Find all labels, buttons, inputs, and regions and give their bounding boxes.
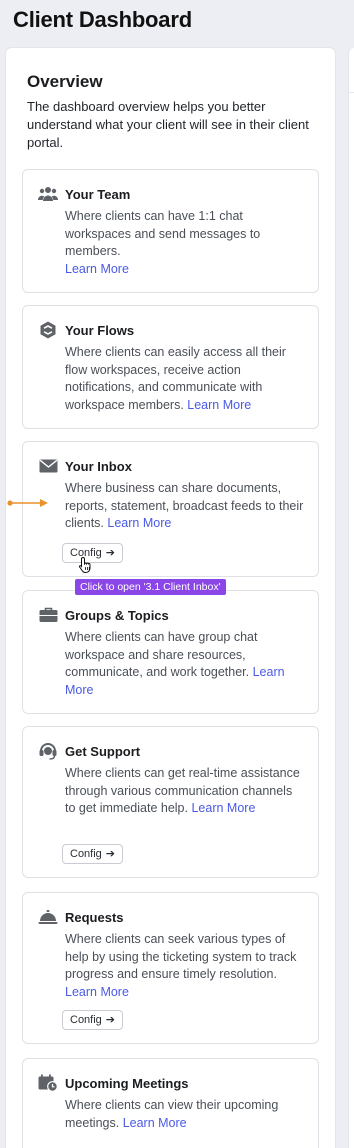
tooltip: Click to open '3.1 Client Inbox': [75, 579, 226, 595]
card-description: Where clients can easily access all thei…: [65, 345, 286, 412]
mail-icon: [38, 457, 58, 475]
card-description: Where clients can view their upcoming me…: [65, 1098, 279, 1130]
learn-more-link[interactable]: Learn More: [187, 398, 251, 412]
card-title: Requests: [65, 910, 124, 925]
learn-more-link[interactable]: Learn More: [107, 516, 171, 530]
annotation-pointer-arrow-icon: [7, 499, 48, 507]
card-upcoming-meetings: Upcoming Meetings Where clients can view…: [22, 1058, 319, 1148]
card-your-team: Your Team Where clients can have 1:1 cha…: [22, 169, 319, 293]
card-description: Where clients can get real-time assistan…: [65, 766, 300, 815]
card-get-support: Get Support Where clients can get real-t…: [22, 726, 319, 878]
card-description: Where clients can seek various types of …: [65, 932, 297, 999]
arrow-right-icon: ➔: [105, 547, 116, 559]
card-groups-topics: Groups & Topics Where clients can have g…: [22, 590, 319, 714]
card-title: Upcoming Meetings: [65, 1076, 189, 1091]
arrow-right-icon: ➔: [105, 1014, 116, 1026]
overview-title: Overview: [27, 72, 103, 91]
card-title: Groups & Topics: [65, 608, 169, 623]
learn-more-link[interactable]: Learn More: [65, 985, 129, 999]
card-description: Where clients can have 1:1 chat workspac…: [65, 209, 261, 276]
config-button[interactable]: Config ➔: [62, 1010, 124, 1030]
card-description: Where business can share documents, repo…: [65, 481, 304, 530]
overview-description: The dashboard overview helps you better …: [27, 99, 309, 150]
card-title: Get Support: [65, 744, 141, 759]
card-description: Where clients can have group chat worksp…: [65, 630, 285, 697]
page-title: Client Dashboard: [13, 7, 192, 32]
learn-more-link[interactable]: Learn More: [191, 801, 255, 815]
card-title: Your Team: [65, 187, 131, 202]
service-bell-icon: [38, 908, 58, 926]
config-button[interactable]: Config ➔: [62, 844, 124, 864]
card-your-inbox: Your Inbox Where business can share docu…: [22, 441, 319, 577]
card-title: Your Inbox: [65, 459, 132, 474]
overview-panel: Overview The dashboard overview helps yo…: [6, 48, 335, 1148]
flows-icon: [38, 321, 58, 339]
card-title: Your Flows: [65, 323, 135, 338]
headset-icon: [38, 742, 58, 760]
hand-cursor-icon: [78, 556, 91, 573]
learn-more-link[interactable]: Learn More: [123, 1116, 187, 1130]
calendar-clock-icon: [38, 1074, 58, 1092]
card-requests: Requests Where clients can seek various …: [22, 892, 319, 1044]
arrow-right-icon: ➔: [105, 848, 116, 860]
adjacent-panel-edge: [348, 48, 354, 1148]
team-icon: [38, 185, 58, 203]
learn-more-link[interactable]: Learn More: [65, 262, 129, 276]
briefcase-icon: [38, 606, 58, 624]
card-your-flows: Your Flows Where clients can easily acce…: [22, 305, 319, 429]
